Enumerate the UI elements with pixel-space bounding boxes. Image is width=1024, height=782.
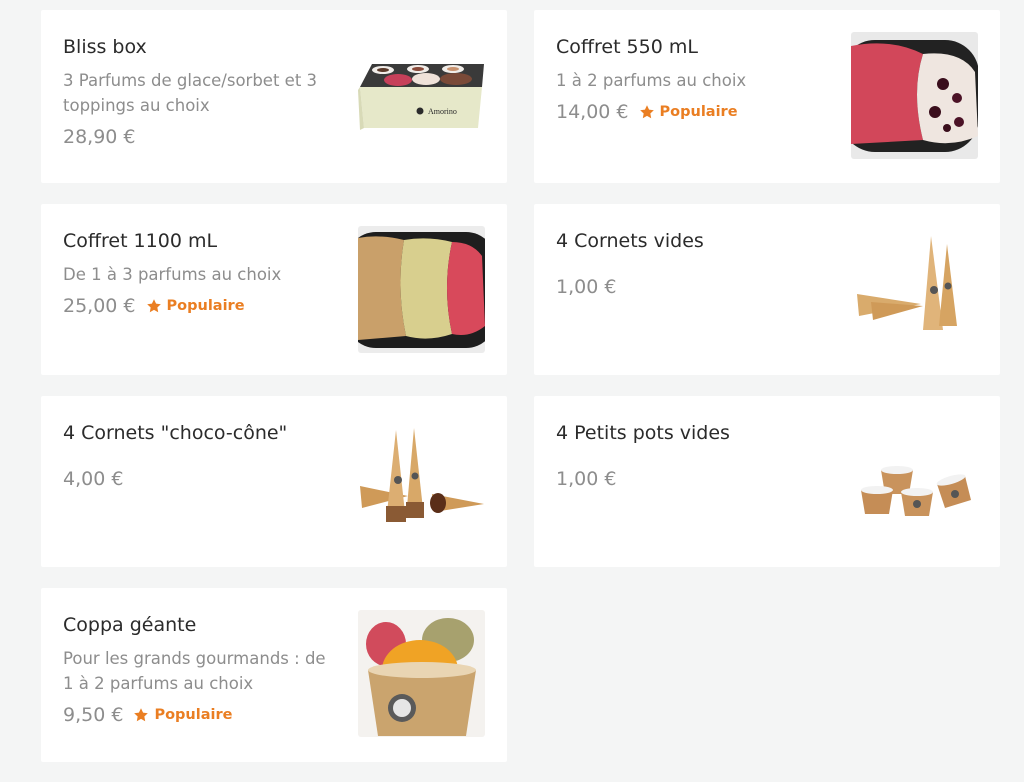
ice-cream-tub-photo (358, 226, 485, 353)
product-image (851, 226, 978, 353)
price-row: 14,00 € Populaire (556, 101, 831, 123)
product-description: Pour les grands gourmands : de 1 à 2 par… (63, 649, 326, 693)
popular-badge-label: Populaire (154, 707, 233, 723)
product-price: 14,00 € (556, 101, 629, 123)
product-price: 28,90 € (63, 126, 136, 148)
product-info: Coffret 1100 mL De 1 à 3 parfums au choi… (63, 226, 338, 317)
product-image (851, 418, 978, 545)
product-card-coffret-1100[interactable]: Coffret 1100 mL De 1 à 3 parfums au choi… (41, 204, 507, 375)
product-image (358, 226, 485, 353)
product-info: Coppa géante Pour les grands gourmands :… (63, 610, 338, 726)
ice-cream-box-photo: Amorino (358, 32, 485, 159)
popular-badge-label: Populaire (166, 298, 245, 314)
product-card-coffret-550[interactable]: Coffret 550 mL 1 à 2 parfums au choix 14… (534, 10, 1000, 183)
popular-badge: Populaire (639, 104, 738, 120)
product-name: 4 Cornets vides (556, 230, 704, 252)
price-row: 1,00 € (556, 468, 831, 490)
product-card-coppa-geante[interactable]: Coppa géante Pour les grands gourmands :… (41, 588, 507, 762)
waffle-cones-photo (851, 226, 978, 353)
star-icon (639, 105, 654, 119)
product-price: 9,50 € (63, 704, 124, 726)
product-info: Coffret 550 mL 1 à 2 parfums au choix 14… (556, 32, 831, 123)
product-image (358, 418, 485, 545)
star-icon (146, 299, 161, 313)
price-row: 1,00 € (556, 276, 831, 298)
product-price: 1,00 € (556, 468, 617, 490)
product-image: Amorino (358, 32, 485, 159)
product-description: 3 Parfums de glace/sorbet et 3 toppings … (63, 71, 318, 115)
product-info: 4 Cornets vides 1,00 € (556, 226, 831, 298)
svg-text:Amorino: Amorino (428, 107, 457, 116)
popular-badge: Populaire (133, 707, 232, 723)
price-row: 4,00 € (63, 468, 338, 490)
ice-cream-cup-photo (358, 610, 485, 737)
product-price: 1,00 € (556, 276, 617, 298)
product-image (851, 32, 978, 159)
chocolate-cones-photo (358, 418, 485, 545)
product-name: Coffret 550 mL (556, 36, 698, 58)
paper-cups-photo (851, 418, 978, 545)
product-name: Bliss box (63, 36, 147, 58)
popular-badge-label: Populaire (659, 104, 738, 120)
product-price: 4,00 € (63, 468, 124, 490)
product-price: 25,00 € (63, 295, 136, 317)
product-info: 4 Cornets "choco-cône" 4,00 € (63, 418, 338, 490)
star-icon (134, 708, 149, 722)
product-card-choco-cone[interactable]: 4 Cornets "choco-cône" 4,00 € (41, 396, 507, 567)
product-info: Bliss box 3 Parfums de glace/sorbet et 3… (63, 32, 338, 148)
product-card-cornets-vides[interactable]: 4 Cornets vides 1,00 € (534, 204, 1000, 375)
ice-cream-tub-photo (851, 32, 978, 159)
product-image (358, 610, 485, 737)
price-row: 28,90 € (63, 126, 338, 148)
product-name: Coffret 1100 mL (63, 230, 218, 252)
product-name: Coppa géante (63, 614, 197, 636)
popular-badge: Populaire (146, 298, 245, 314)
product-info: 4 Petits pots vides 1,00 € (556, 418, 831, 490)
product-card-bliss-box[interactable]: Bliss box 3 Parfums de glace/sorbet et 3… (41, 10, 507, 183)
product-name: 4 Petits pots vides (556, 422, 730, 444)
price-row: 9,50 € Populaire (63, 704, 338, 726)
product-grid: Bliss box 3 Parfums de glace/sorbet et 3… (41, 10, 1000, 762)
product-card-petits-pots[interactable]: 4 Petits pots vides 1,00 € (534, 396, 1000, 567)
price-row: 25,00 € Populaire (63, 295, 338, 317)
product-description: 1 à 2 parfums au choix (556, 71, 747, 90)
product-description: De 1 à 3 parfums au choix (63, 265, 282, 284)
product-name: 4 Cornets "choco-cône" (63, 422, 288, 444)
